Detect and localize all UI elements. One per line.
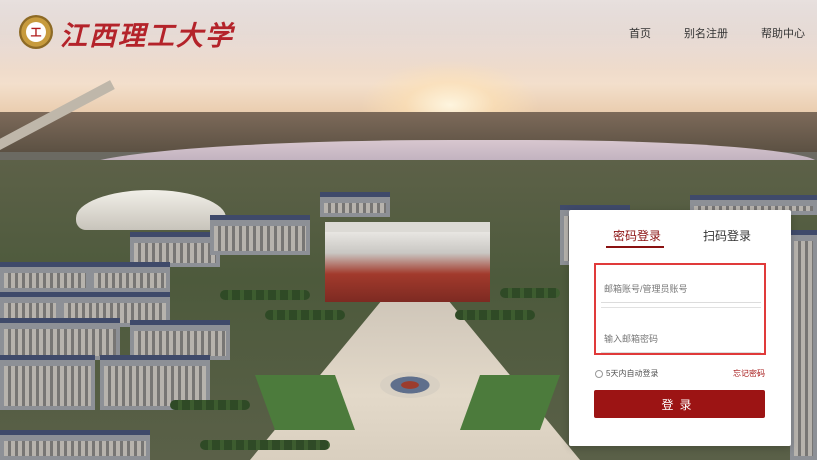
nav-home-link[interactable]: 首页 (629, 25, 651, 41)
login-panel: 密码登录 扫码登录 5天内自动登录 忘记密码 登录 (569, 210, 791, 446)
login-button[interactable]: 登录 (594, 390, 765, 418)
nav-alias-register-link[interactable]: 别名注册 (684, 25, 728, 41)
tree-row (220, 290, 310, 300)
campus-building (0, 262, 90, 292)
auto-login-option[interactable]: 5天内自动登录 (595, 368, 658, 379)
campus-building (320, 192, 390, 217)
tree-row (500, 288, 560, 298)
tree-row (455, 310, 535, 320)
forgot-password-link[interactable]: 忘记密码 (733, 368, 765, 379)
credentials-highlight-box (594, 263, 766, 355)
tab-qrcode-login[interactable]: 扫码登录 (703, 227, 751, 244)
library-building (325, 222, 490, 302)
campus-building (0, 355, 95, 410)
auto-login-checkbox[interactable] (595, 369, 603, 378)
university-logo-text[interactable]: 江西理工大学 (60, 14, 234, 53)
nav-help-center-link[interactable]: 帮助中心 (761, 25, 805, 41)
active-tab-indicator (606, 246, 664, 248)
top-nav: 首页 别名注册 帮助中心 (596, 25, 805, 41)
email-account-input[interactable] (601, 275, 761, 303)
tree-row (170, 400, 250, 410)
campus-building (90, 262, 170, 292)
password-input[interactable] (601, 325, 761, 353)
field-divider (601, 307, 761, 308)
tree-row (265, 310, 345, 320)
tree-row (200, 440, 330, 450)
campus-building (210, 215, 310, 255)
seal-center: 工 (26, 22, 46, 42)
university-seal-icon[interactable]: 工 (19, 15, 53, 49)
campus-building (130, 320, 230, 360)
campus-building (0, 318, 120, 360)
auto-login-label: 5天内自动登录 (606, 369, 659, 378)
tab-password-login[interactable]: 密码登录 (613, 227, 661, 244)
campus-building (0, 430, 150, 460)
login-tabs: 密码登录 扫码登录 (569, 210, 791, 250)
campus-building (790, 230, 817, 460)
header: 工 江西理工大学 首页 别名注册 帮助中心 (0, 0, 817, 62)
fountain (380, 372, 440, 398)
